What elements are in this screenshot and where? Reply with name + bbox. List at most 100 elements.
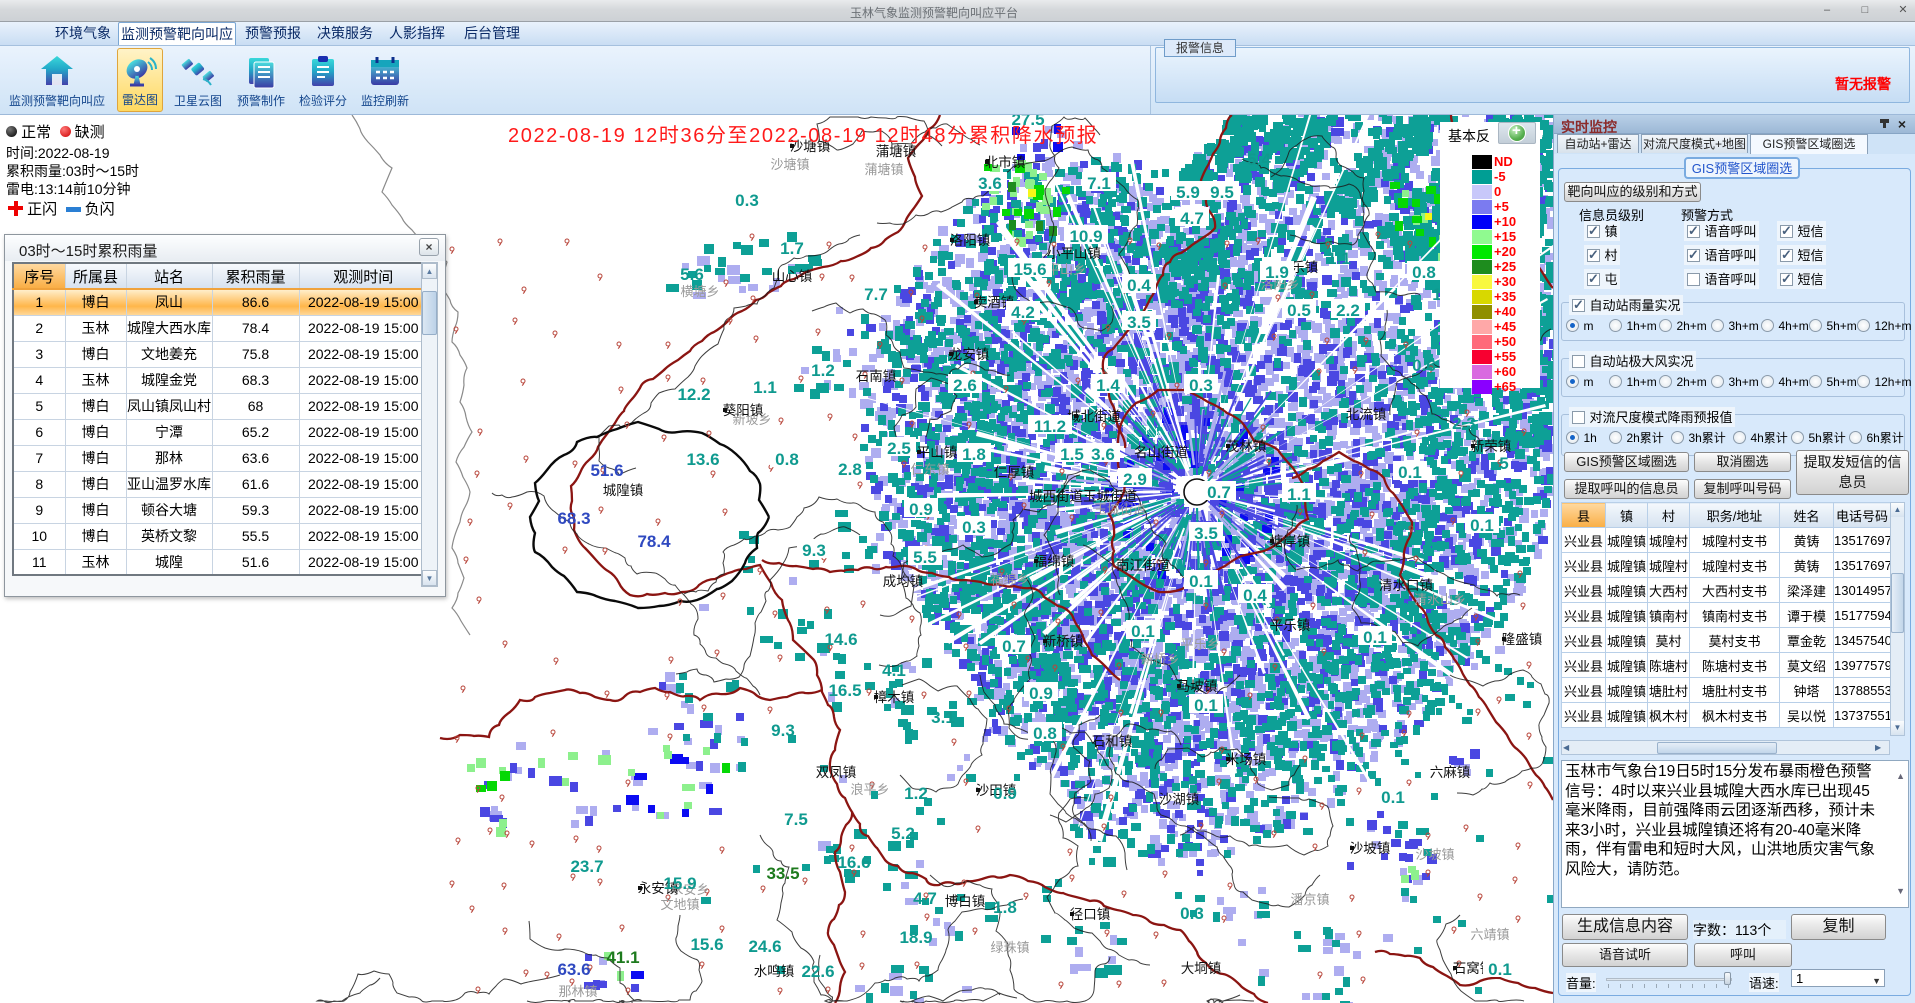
svg-text:7.7: 7.7: [864, 285, 888, 304]
svg-text:0.3: 0.3: [1180, 904, 1204, 923]
svg-text:塘岸镇: 塘岸镇: [1270, 534, 1311, 549]
svg-text:隆盛镇: 隆盛镇: [1502, 632, 1543, 647]
svg-text:沙坡镇: 沙坡镇: [1415, 847, 1454, 862]
svg-text:0.3: 0.3: [962, 518, 986, 537]
svg-text:2.2: 2.2: [1336, 301, 1360, 320]
svg-text:平山镇: 平山镇: [917, 445, 958, 460]
svg-text:14.6: 14.6: [824, 630, 857, 649]
svg-text:0.1: 0.1: [1363, 628, 1387, 647]
svg-text:福绵乡: 福绵乡: [990, 572, 1029, 587]
svg-text:7.5: 7.5: [784, 810, 808, 829]
svg-text:0.1: 0.1: [1488, 960, 1512, 979]
svg-text:那林镇: 那林镇: [558, 984, 597, 999]
svg-text:3.5: 3.5: [1194, 524, 1218, 543]
svg-text:33.5: 33.5: [766, 864, 799, 883]
svg-text:水鸣镇: 水鸣镇: [754, 963, 795, 979]
svg-text:5.2: 5.2: [891, 824, 915, 843]
svg-text:洛阳镇: 洛阳镇: [950, 233, 991, 248]
svg-text:浪平乡: 浪平乡: [850, 782, 889, 797]
svg-text:0.1: 0.1: [1398, 463, 1422, 482]
svg-text:1.2: 1.2: [811, 361, 835, 380]
svg-text:1.1: 1.1: [1327, 249, 1351, 268]
svg-text:北市镇: 北市镇: [985, 154, 1026, 170]
svg-text:0.3: 0.3: [1189, 376, 1213, 395]
svg-text:78.4: 78.4: [637, 532, 671, 551]
svg-text:63.6: 63.6: [557, 960, 590, 979]
svg-text:4.7: 4.7: [913, 889, 937, 908]
svg-text:1.4: 1.4: [1096, 376, 1120, 395]
svg-text:15.9: 15.9: [663, 874, 696, 893]
svg-text:文地镇: 文地镇: [660, 897, 699, 912]
svg-text:平乐乡: 平乐乡: [1180, 637, 1219, 652]
svg-text:4.2: 4.2: [1011, 303, 1035, 322]
svg-text:平乐镇: 平乐镇: [1270, 618, 1311, 633]
svg-text:3.1: 3.1: [931, 708, 955, 727]
svg-text:1.9: 1.9: [1265, 263, 1289, 282]
svg-text:潘京镇: 潘京镇: [1290, 892, 1329, 907]
svg-text:22.6: 22.6: [801, 962, 834, 981]
svg-text:山心镇: 山心镇: [772, 269, 813, 284]
svg-text:1.5: 1.5: [1060, 445, 1084, 464]
svg-text:9.3: 9.3: [802, 541, 826, 560]
svg-text:沙湖镇: 沙湖镇: [1159, 792, 1200, 807]
svg-text:41.1: 41.1: [606, 948, 639, 967]
svg-text:0.8: 0.8: [1412, 263, 1436, 282]
svg-text:0.1: 0.1: [1470, 516, 1494, 535]
svg-text:0.4: 0.4: [1243, 586, 1267, 605]
svg-text:0.9: 0.9: [993, 784, 1017, 803]
svg-text:5: 5: [1499, 454, 1508, 473]
svg-text:大垌镇: 大垌镇: [1181, 961, 1222, 976]
svg-text:米场镇: 米场镇: [1226, 752, 1267, 767]
svg-text:3.5: 3.5: [1127, 313, 1151, 332]
svg-text:0.7: 0.7: [1002, 637, 1026, 656]
svg-text:沙塘镇: 沙塘镇: [770, 157, 809, 172]
svg-text:10.9: 10.9: [1069, 227, 1102, 246]
svg-text:0.9: 0.9: [1029, 684, 1053, 703]
svg-text:小平山镇: 小平山镇: [1047, 246, 1101, 261]
svg-text:马坡镇: 马坡镇: [1177, 679, 1218, 694]
svg-text:68.3: 68.3: [557, 509, 590, 528]
svg-text:23.7: 23.7: [570, 857, 603, 876]
svg-text:16.5: 16.5: [828, 681, 861, 700]
svg-text:石南镇: 石南镇: [856, 369, 897, 384]
svg-text:0.4: 0.4: [1127, 276, 1151, 295]
svg-text:0.6: 0.6: [1412, 356, 1436, 375]
svg-text:4.1: 4.1: [882, 661, 906, 680]
svg-text:福绵镇: 福绵镇: [1034, 554, 1075, 569]
svg-text:蒲塘镇: 蒲塘镇: [864, 162, 903, 177]
svg-text:葵阳镇: 葵阳镇: [723, 403, 764, 418]
svg-text:1.8: 1.8: [962, 445, 986, 464]
svg-text:龙安镇: 龙安镇: [949, 347, 990, 362]
svg-text:0.1: 0.1: [1131, 622, 1155, 641]
svg-text:3.6: 3.6: [978, 174, 1002, 193]
svg-text:5.5: 5.5: [913, 548, 937, 567]
svg-text:六麻镇: 六麻镇: [1430, 765, 1471, 780]
svg-text:2.5: 2.5: [887, 439, 911, 458]
svg-text:清水山乡: 清水山乡: [1414, 592, 1466, 607]
svg-text:0.9: 0.9: [909, 500, 933, 519]
svg-text:18.9: 18.9: [899, 928, 932, 947]
svg-text:新桥乡: 新桥乡: [1140, 652, 1179, 667]
svg-text:11.2: 11.2: [1034, 417, 1066, 436]
svg-text:0.5: 0.5: [1287, 301, 1311, 320]
svg-text:玉城街道: 玉城街道: [1094, 502, 1146, 517]
svg-text:2.9: 2.9: [1123, 470, 1147, 489]
svg-text:0.1: 0.1: [1381, 788, 1405, 807]
svg-text:5.6: 5.6: [680, 265, 704, 284]
svg-text:5.9: 5.9: [1176, 183, 1200, 202]
svg-text:15.6: 15.6: [690, 935, 723, 954]
svg-text:1.1: 1.1: [1287, 485, 1311, 504]
svg-text:0.7: 0.7: [1207, 483, 1231, 502]
svg-text:北流镇: 北流镇: [1346, 407, 1387, 422]
svg-text:51.6: 51.6: [590, 461, 623, 480]
svg-text:0.8: 0.8: [775, 450, 799, 469]
svg-text:24.6: 24.6: [748, 937, 781, 956]
svg-text:茂林镇: 茂林镇: [1226, 438, 1267, 454]
svg-text:仁东镇: 仁东镇: [910, 462, 949, 477]
svg-text:径口镇: 径口镇: [1070, 907, 1111, 922]
svg-text:绿珠镇: 绿珠镇: [990, 940, 1029, 955]
svg-text:新桥镇: 新桥镇: [1043, 634, 1084, 649]
svg-text:沙坡镇: 沙坡镇: [1350, 841, 1391, 856]
svg-text:9.3: 9.3: [771, 721, 795, 740]
svg-text:城北街道: 城北街道: [1067, 409, 1121, 424]
